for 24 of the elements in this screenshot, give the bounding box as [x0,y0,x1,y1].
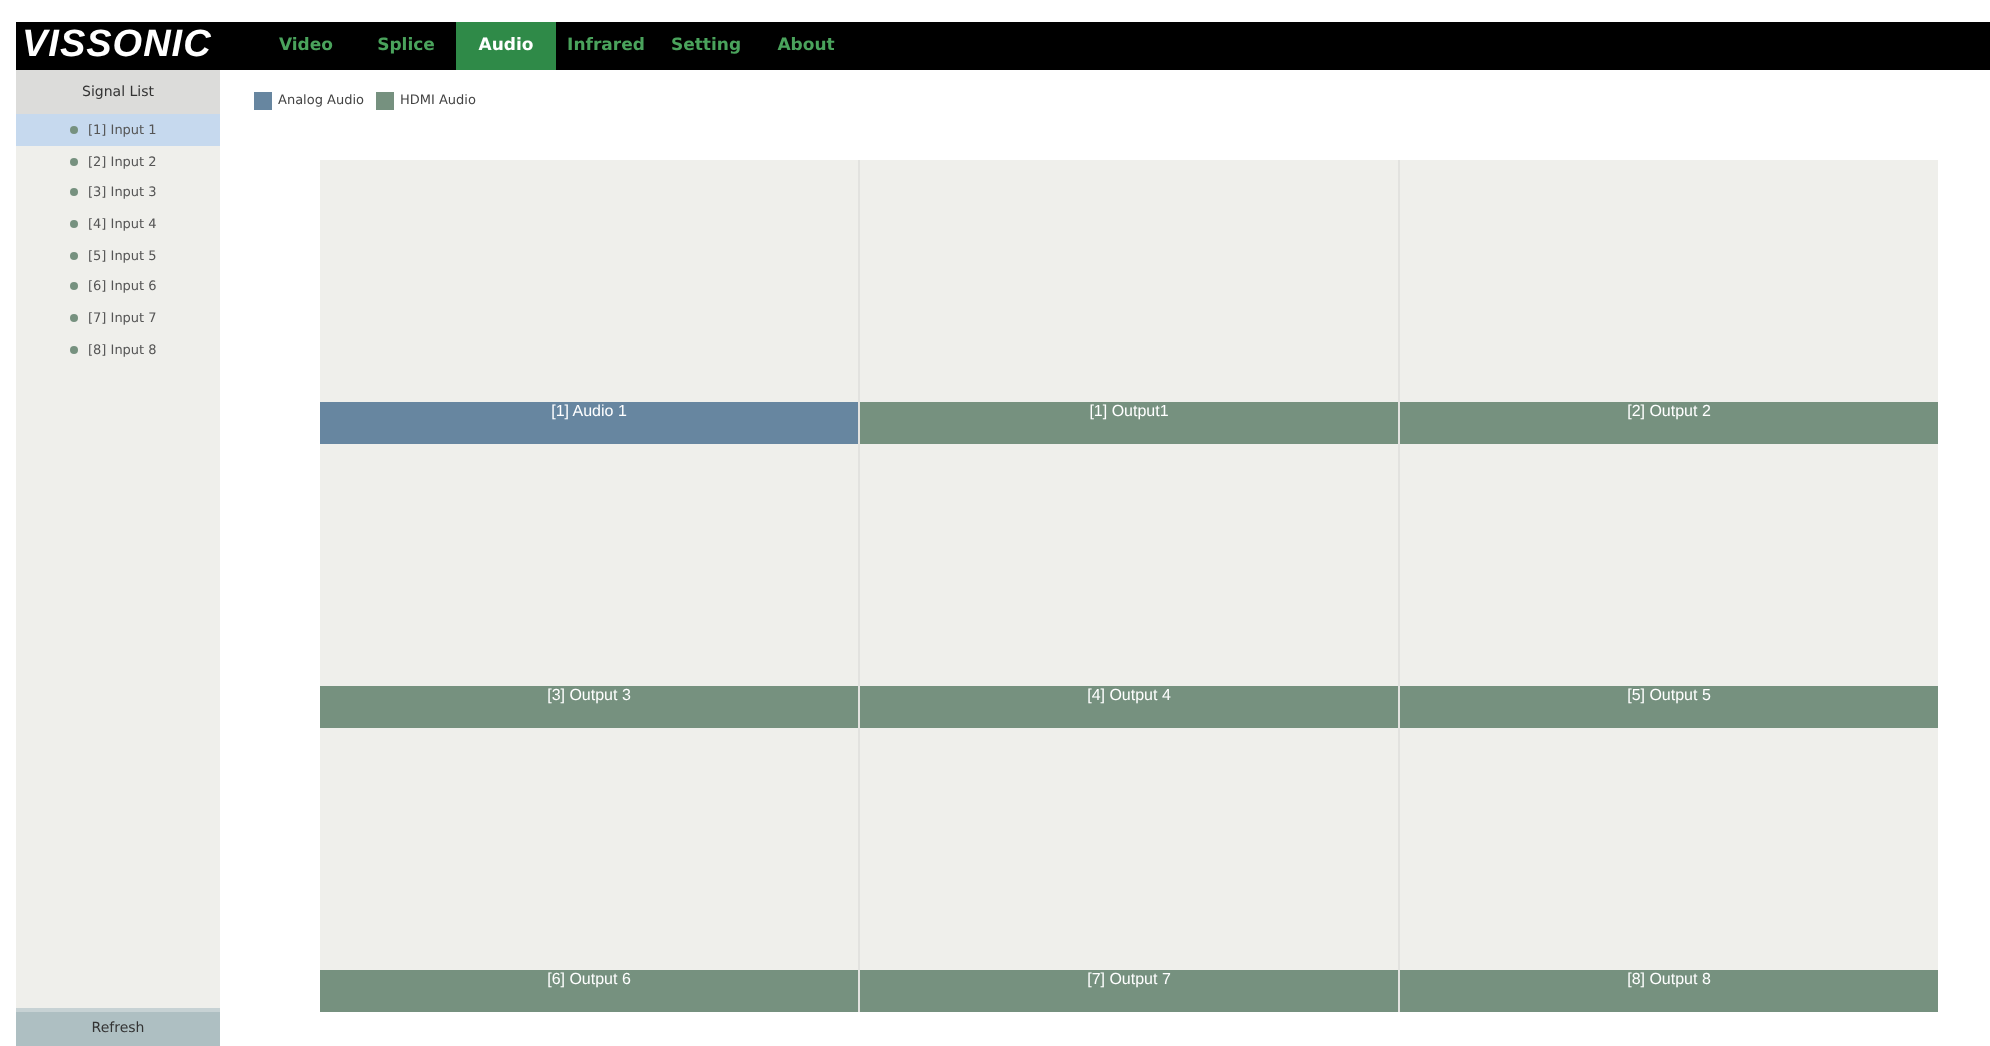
nav-tab[interactable]: Setting [656,22,756,70]
status-dot-icon [70,345,78,354]
status-dot-icon [70,157,78,166]
channel-label[interactable]: [1] Audio 1 [320,402,858,444]
nav-tab[interactable]: Audio [456,22,556,70]
status-dot-icon [70,313,78,322]
channel-label[interactable]: [3] Output 3 [320,686,858,728]
status-dot-icon [70,125,78,134]
nav-tab[interactable]: About [756,22,856,70]
status-dot-icon [70,188,78,197]
channel-label[interactable]: [7] Output 7 [860,970,1398,1012]
nav-tab[interactable]: Video [256,22,356,70]
channel-label[interactable]: [2] Output 2 [1400,402,1938,444]
status-dot-icon [70,251,78,260]
nav-tab[interactable]: Splice [356,22,456,70]
status-dot-icon [70,219,78,228]
status-dot-icon [70,282,78,291]
channel-label[interactable]: [1] Output1 [860,402,1398,444]
channel-label[interactable]: [8] Output 8 [1400,970,1938,1012]
channel-label[interactable]: [6] Output 6 [320,970,858,1012]
channel-label[interactable]: [5] Output 5 [1400,686,1938,728]
channel-label[interactable]: [4] Output 4 [860,686,1398,728]
nav-tab[interactable]: Infrared [556,22,656,70]
logo: VISSONIC [20,22,214,70]
